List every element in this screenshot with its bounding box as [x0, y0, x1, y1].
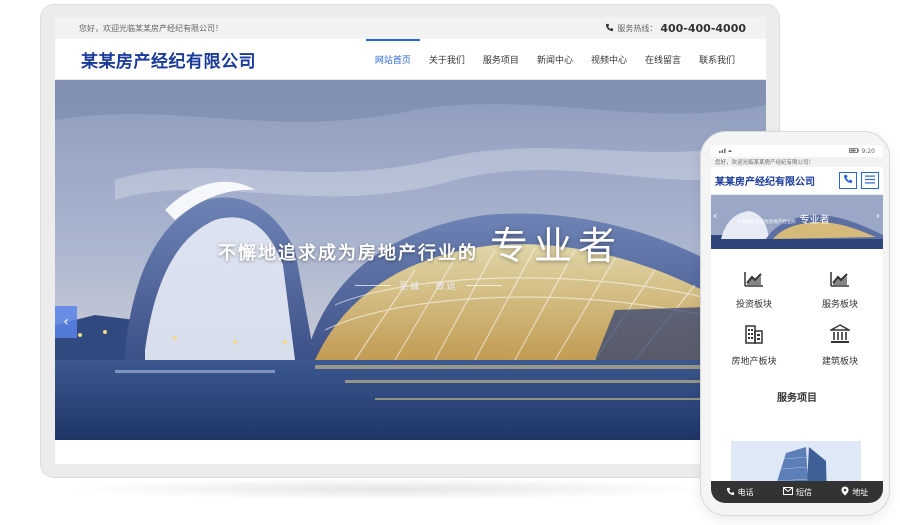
- nav-home[interactable]: 网站首页: [365, 38, 420, 80]
- mobile-logo[interactable]: 某某房产经纪有限公司: [715, 173, 815, 188]
- mobile-status-bar: 9:20: [711, 145, 883, 157]
- divider-left: [355, 285, 391, 286]
- footer-sms-button[interactable]: 短信: [782, 487, 812, 498]
- building-icon: [744, 324, 764, 344]
- chart-icon: [744, 271, 764, 287]
- mobile-hero-headline-big: 专业者: [799, 215, 830, 226]
- category-label: 房地产板块: [731, 357, 777, 367]
- footer-label: 电话: [737, 487, 754, 497]
- mail-icon: [782, 487, 793, 497]
- category-realestate[interactable]: 房地产板块: [711, 324, 797, 367]
- nav-contact[interactable]: 联系我们: [690, 39, 744, 80]
- divider-right: [465, 285, 502, 286]
- nav-about[interactable]: 关于我们: [420, 39, 474, 80]
- footer-label: 地址: [852, 487, 869, 497]
- hero-subline-text: 至诚 · 致远: [399, 282, 458, 292]
- mobile-hero-headline: 不懈地追求成为房地产行业的 专业者: [737, 211, 830, 226]
- mobile-header-buttons: [839, 172, 879, 189]
- welcome-text: 您好，欢迎光临某某房产经纪有限公司！: [79, 23, 223, 33]
- footer-address-button[interactable]: 地址: [841, 486, 868, 498]
- battery-icon: [848, 147, 859, 155]
- mobile-hero-headline-small: 不懈地追求成为房地产行业的: [737, 220, 796, 225]
- nav-services[interactable]: 服务项目: [474, 39, 528, 80]
- category-label: 建筑板块: [821, 357, 858, 367]
- hero-headline-big: 专业者: [490, 224, 623, 268]
- category-construction[interactable]: 建筑板块: [797, 324, 883, 367]
- nav-message[interactable]: 在线留言: [636, 39, 690, 80]
- status-time: 9:20: [861, 147, 875, 155]
- mobile-carousel-prev[interactable]: ‹: [713, 209, 717, 222]
- desktop-screen: 您好，欢迎光临某某房产经纪有限公司！ 服务热线： 400-400-4000 某某…: [55, 17, 766, 464]
- hero-headline: 不懈地追求成为房地产行业的 专业者: [218, 215, 622, 270]
- hotline-number[interactable]: 400-400-4000: [660, 22, 746, 35]
- phone-icon: [726, 487, 735, 498]
- mobile-carousel-next[interactable]: ›: [876, 209, 880, 222]
- mobile-call-button[interactable]: [839, 172, 857, 189]
- desktop-topbar: 您好，欢迎光临某某房产经纪有限公司！ 服务热线： 400-400-4000: [55, 17, 766, 39]
- main-nav: 网站首页 关于我们 服务项目 新闻中心 视频中心 在线留言 联系我们: [365, 38, 744, 80]
- mobile-menu-button[interactable]: [861, 172, 879, 189]
- category-investment[interactable]: 投资板块: [711, 271, 797, 310]
- signal-icon: [719, 147, 733, 155]
- hero-headline-small: 不懈地追求成为房地产行业的: [218, 243, 478, 264]
- chart-icon: [830, 271, 850, 287]
- mobile-footer-bar: 电话 短信 地址: [711, 481, 883, 503]
- hotline: 服务热线： 400-400-4000: [605, 22, 746, 35]
- mobile-category-grid: 投资板块 服务板块 房地产板块 建筑板块: [711, 249, 883, 367]
- mobile-hero-banner: 不懈地追求成为房地产行业的 专业者 ‹ ›: [711, 195, 883, 249]
- nav-video[interactable]: 视频中心: [582, 39, 636, 80]
- carousel-prev-button[interactable]: ‹: [55, 306, 77, 338]
- mobile-screen: 9:20 您好，欢迎光临某某房产经纪有限公司！ 某某房产经纪有限公司 不懈地追求…: [711, 145, 883, 503]
- bank-icon: [830, 324, 850, 344]
- footer-label: 短信: [795, 487, 812, 497]
- desktop-shadow: [60, 478, 720, 500]
- phone-icon: [605, 23, 614, 34]
- desktop-header: 某某房产经纪有限公司 网站首页 关于我们 服务项目 新闻中心 视频中心 在线留言…: [55, 38, 766, 80]
- mobile-header: 某某房产经纪有限公司: [711, 167, 883, 195]
- category-label: 投资板块: [735, 300, 772, 310]
- category-service[interactable]: 服务板块: [797, 271, 883, 310]
- mobile-welcome: 您好，欢迎光临某某房产经纪有限公司！: [711, 157, 883, 167]
- stage: 您好，欢迎光临某某房产经纪有限公司！ 服务热线： 400-400-4000 某某…: [0, 0, 900, 525]
- location-pin-icon: [841, 486, 849, 498]
- hero-subline: 至诚 · 致远: [355, 279, 502, 292]
- phone-icon: [843, 174, 853, 187]
- hero-banner: 不懈地追求成为房地产行业的 专业者 至诚 · 致远 ‹: [55, 80, 766, 440]
- footer-call-button[interactable]: 电话: [726, 487, 754, 498]
- menu-icon: [865, 175, 875, 187]
- category-label: 服务板块: [821, 300, 858, 310]
- site-logo[interactable]: 某某房产经纪有限公司: [81, 47, 256, 72]
- mobile-section-title: 服务项目: [777, 393, 817, 404]
- hotline-label: 服务热线：: [617, 23, 658, 33]
- chevron-left-icon: ‹: [63, 314, 69, 330]
- nav-news[interactable]: 新闻中心: [528, 39, 582, 80]
